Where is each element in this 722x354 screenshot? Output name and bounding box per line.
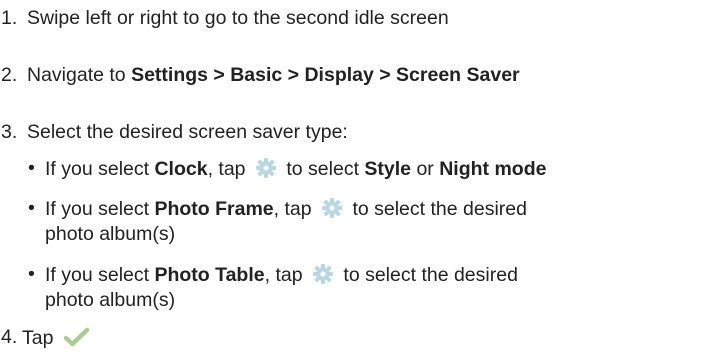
bullet-lead: If you select	[45, 198, 155, 220]
option-clock: Clock	[154, 158, 208, 180]
bullet-lead: If you select	[45, 264, 155, 286]
bullet-mid: , tap	[264, 264, 308, 286]
bullet-text: If you select Photo Frame, tap to select…	[45, 196, 527, 222]
bullet-text: If you select Clock, tap to select Style…	[45, 156, 546, 182]
bullet-mid: , tap	[207, 158, 251, 180]
gear-icon	[310, 262, 336, 286]
tap-word: Tap	[22, 327, 54, 349]
bullet-text-line2: photo album(s)	[45, 223, 176, 245]
bullet-tail: to select the desired	[347, 198, 527, 220]
or-word: or	[411, 158, 440, 180]
option-photo-frame: Photo Frame	[154, 198, 274, 220]
bullet-text: If you select Photo Table, tap to select…	[45, 262, 518, 288]
bullet-mid: , tap	[273, 198, 318, 220]
option-photo-table: Photo Table	[154, 264, 265, 286]
gear-icon	[253, 156, 279, 180]
bullet-text-line2: photo album(s)	[45, 289, 176, 311]
choice-style: Style	[364, 158, 412, 180]
step-number: 4.	[1, 326, 18, 348]
step-number: 2.	[1, 64, 18, 86]
step-text: Tap	[22, 325, 93, 351]
bullet-lead: If you select	[45, 158, 155, 180]
bullet-tail: to select the desired	[337, 264, 518, 286]
choice-night-mode: Night mode	[439, 158, 547, 180]
bullet-dot: •	[28, 263, 35, 285]
step-number: 3.	[1, 121, 18, 143]
bullet-dot: •	[28, 157, 35, 179]
step-number: 1.	[1, 7, 18, 29]
bullet-dot: •	[28, 197, 35, 219]
settings-path: Settings > Basic > Display > Screen Save…	[131, 64, 520, 86]
gear-icon	[319, 196, 345, 220]
checkmark-icon	[61, 325, 91, 349]
step-text: Select the desired screen saver type:	[27, 121, 348, 143]
step-prefix: Navigate to	[27, 64, 132, 86]
step-text: Swipe left or right to go to the second …	[27, 7, 449, 29]
bullet-tail: to select	[280, 158, 365, 180]
step-text: Navigate to Settings > Basic > Display >…	[27, 63, 520, 88]
